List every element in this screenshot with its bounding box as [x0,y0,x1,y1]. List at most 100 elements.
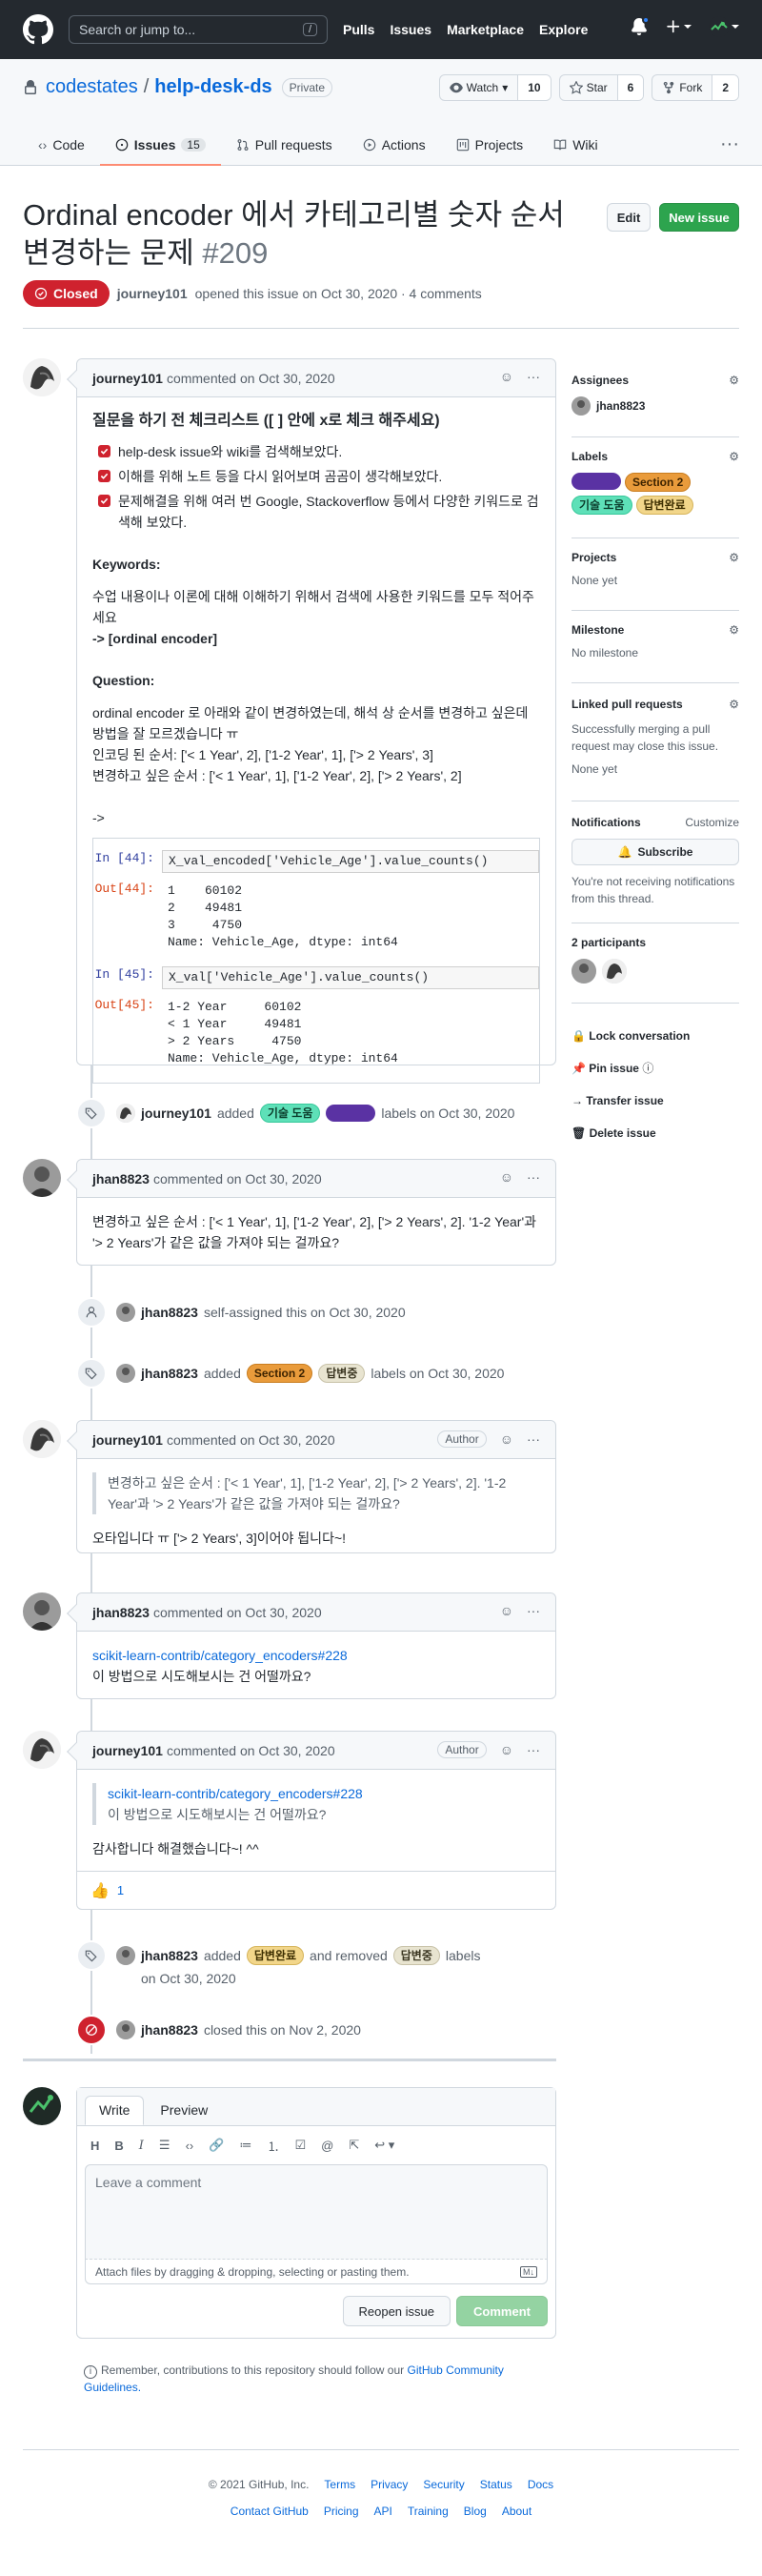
tab-projects[interactable]: Projects [441,124,539,166]
event-actor[interactable]: jhan8823 [141,1948,198,1963]
gear-icon[interactable]: ⚙ [729,374,739,387]
footer-link-status[interactable]: Status [480,2478,512,2491]
edit-title-button[interactable]: Edit [607,203,651,232]
gear-icon[interactable]: ⚙ [729,696,739,713]
label-badge[interactable] [572,473,621,490]
kebab-menu-icon[interactable]: ··· [527,1169,540,1185]
tab-write[interactable]: Write [85,2096,145,2125]
event-actor[interactable]: jhan8823 [141,1305,198,1320]
code-icon[interactable]: ‹› [186,2139,194,2153]
delete-issue-link[interactable]: 🗑 Delete issue [572,1117,739,1149]
repo-name-link[interactable]: help-desk-ds [154,76,271,98]
label-badge[interactable]: Section 2 [625,473,692,492]
tab-wiki[interactable]: Wiki [538,124,612,166]
gear-icon[interactable]: ⚙ [729,551,739,564]
label-badge[interactable]: 답변중 [318,1364,366,1383]
comment-author[interactable]: jhan8823 [92,1171,150,1187]
kebab-menu-icon[interactable]: ··· [527,369,540,384]
kebab-menu-icon[interactable]: ··· [527,1742,540,1757]
task-list-icon[interactable]: ☑ [294,2138,306,2153]
label-badge[interactable] [326,1105,376,1122]
footer-link-terms[interactable]: Terms [324,2478,355,2491]
emoji-reaction-icon[interactable]: ☺ [500,369,513,384]
labels-heading[interactable]: Labels [572,450,739,463]
linked-prs-heading[interactable]: Linked pull requests [572,696,739,713]
thumbs-up-reaction[interactable]: 👍 1 [90,1881,124,1900]
avatar-small[interactable] [572,959,596,984]
comment-date[interactable]: commented on Oct 30, 2020 [153,1171,322,1187]
comment-date[interactable]: commented on Oct 30, 2020 [167,1743,335,1758]
notifications-bell-icon[interactable] [631,16,650,35]
avatar-small[interactable] [116,1303,135,1322]
lock-conversation-link[interactable]: 🔒 Lock conversation [572,1020,739,1052]
avatar-small[interactable] [116,1104,135,1123]
current-user-avatar[interactable] [23,2087,61,2125]
avatar-jhan8823[interactable] [23,1159,61,1197]
tab-issues[interactable]: Issues 15 [99,124,221,166]
footer-link-about[interactable]: About [502,2505,531,2518]
transfer-issue-link[interactable]: → Transfer issue [572,1085,739,1117]
footer-link-privacy[interactable]: Privacy [371,2478,408,2491]
issue-reference-link[interactable]: scikit-learn-contrib/category_encoders#2… [92,1648,348,1663]
bullet-list-icon[interactable]: ≔ [239,2138,251,2153]
avatar-jhan8823[interactable] [23,1592,61,1631]
footer-link-pricing[interactable]: Pricing [324,2505,359,2518]
label-badge[interactable]: 답변완료 [635,496,693,515]
nav-explore[interactable]: Explore [539,22,588,37]
comment-author[interactable]: journey101 [92,1743,163,1758]
issue-reference-link[interactable]: scikit-learn-contrib/category_encoders#2… [108,1783,529,1804]
projects-heading[interactable]: Projects [572,551,739,564]
tab-pull-requests[interactable]: Pull requests [221,124,348,166]
avatar-journey101[interactable] [23,358,61,396]
more-tabs-kebab-icon[interactable]: ··· [720,133,739,155]
assignees-heading[interactable]: Assignees [572,374,739,387]
kebab-menu-icon[interactable]: ··· [527,1431,540,1447]
cross-reference-icon[interactable]: ⇱ [349,2138,359,2153]
comment-date[interactable]: commented on Oct 30, 2020 [153,1605,322,1620]
checkbox-checked-icon[interactable] [98,445,110,457]
bold-icon[interactable]: B [114,2139,123,2153]
reply-icon[interactable]: ↩ ▾ [374,2138,394,2153]
new-issue-button[interactable]: New issue [659,203,739,232]
event-actor[interactable]: jhan8823 [141,1366,198,1381]
label-badge[interactable]: Section 2 [246,1364,313,1383]
comment-author[interactable]: jhan8823 [92,1605,150,1620]
fork-button[interactable]: Fork 2 [652,74,739,101]
kebab-menu-icon[interactable]: ··· [527,1603,540,1618]
event-actor[interactable]: journey101 [141,1105,211,1121]
label-badge[interactable]: 답변중 [392,1946,440,1965]
checkbox-checked-icon[interactable] [98,495,110,507]
avatar-small[interactable] [602,959,627,984]
comment-textarea[interactable]: Leave a comment [85,2164,548,2260]
footer-link-training[interactable]: Training [408,2505,449,2518]
comment-submit-button[interactable]: Comment [456,2296,548,2326]
avatar-journey101[interactable] [23,1731,61,1769]
avatar-small[interactable] [116,2020,135,2039]
checkbox-checked-icon[interactable] [98,470,110,482]
numbered-list-icon[interactable]: ⒈ [267,2137,279,2155]
quote-icon[interactable]: ☰ [159,2138,170,2153]
event-date[interactable]: on Oct 30, 2020 [141,1971,480,1986]
link-icon[interactable]: 🔗 [209,2138,224,2153]
emoji-reaction-icon[interactable]: ☺ [500,1603,513,1618]
github-logo-icon[interactable] [23,14,53,45]
comment-author[interactable]: journey101 [92,371,163,386]
mention-icon[interactable]: @ [321,2139,333,2153]
fork-count[interactable]: 2 [712,75,738,100]
create-new-plus-icon[interactable] [665,18,692,35]
label-badge[interactable]: 기술 도움 [259,1104,321,1123]
milestone-heading[interactable]: Milestone [572,623,739,637]
heading-icon[interactable]: H [90,2139,99,2153]
user-avatar-menu[interactable] [709,16,739,37]
assignee-item[interactable]: jhan8823 [572,396,739,416]
gear-icon[interactable]: ⚙ [729,450,739,463]
issue-author-link[interactable]: journey101 [117,286,188,301]
pin-issue-link[interactable]: 📌 Pin issue ⓘ [572,1052,739,1085]
comment-author[interactable]: journey101 [92,1432,163,1448]
avatar-small[interactable] [116,1364,135,1383]
nav-issues[interactable]: Issues [390,22,431,37]
watch-button[interactable]: Watch ▾ 10 [438,74,551,101]
footer-link-security[interactable]: Security [423,2478,464,2491]
customize-link[interactable]: Customize [685,814,739,831]
label-badge[interactable]: 답변완료 [246,1946,305,1965]
